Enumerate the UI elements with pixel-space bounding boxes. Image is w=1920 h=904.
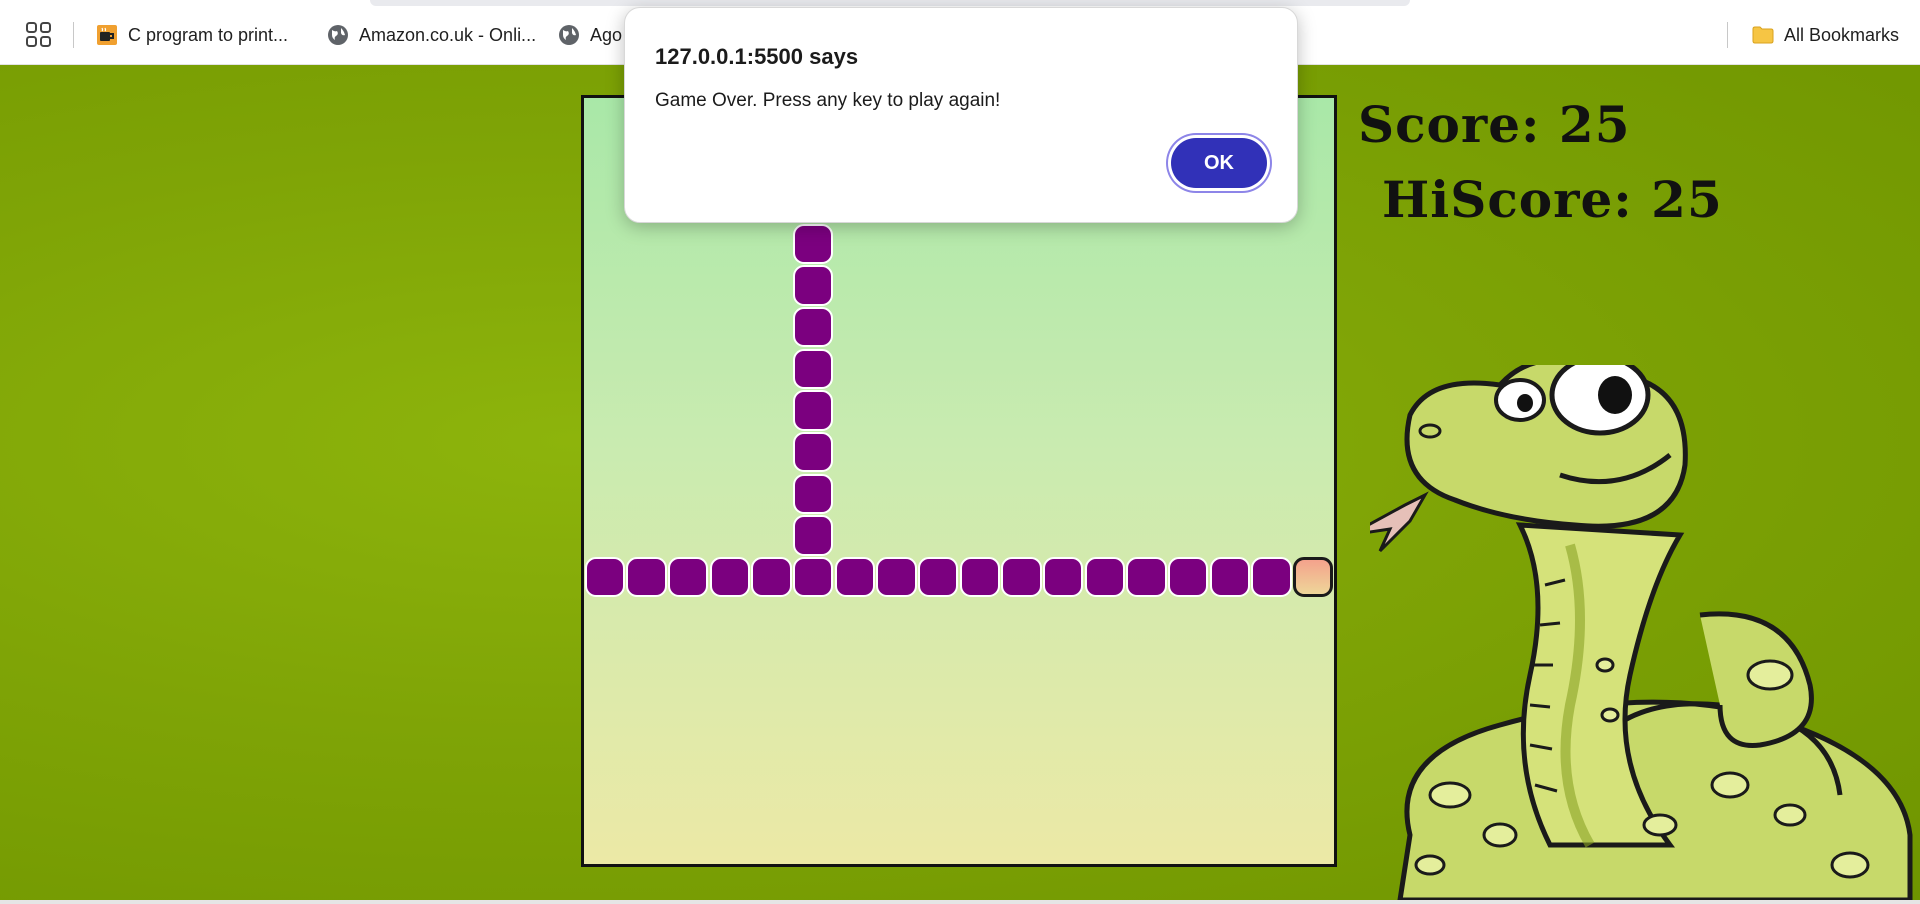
globe-icon [559,25,579,45]
snake-body-segment [792,348,834,390]
snake-body-segment [1167,556,1209,598]
snake-body-segment [959,556,1001,598]
snake-body-segment [876,556,917,598]
ok-button[interactable]: OK [1171,138,1267,188]
snake-mascot-illustration [1370,365,1913,900]
globe-icon [328,25,348,45]
snake-body-segment [792,515,834,556]
bookmark-c-program[interactable]: C program to print... [96,20,288,50]
snake-body-segment [792,431,834,473]
bar-separator [1727,22,1728,48]
alert-title: 127.0.0.1:5500 says [655,44,859,69]
all-bookmarks-label: All Bookmarks [1784,24,1900,45]
snake-head [1292,556,1334,598]
all-bookmarks-button[interactable]: All Bookmarks [1752,20,1899,50]
snake-body-segment [792,390,834,431]
bookmark-label: C program to print... [128,24,289,45]
bookmark-label: Ago [590,24,623,45]
snake-body-segment [1001,556,1042,598]
snake-body-segment [667,556,709,598]
bar-separator [73,22,74,48]
snake-body-segment [917,556,959,598]
snake-body-segment [792,265,834,306]
snake-body-segment [709,556,751,598]
snake-body-segment [1126,556,1167,598]
snake-body-segment [834,556,876,598]
snake-body-segment [792,306,834,348]
coffee-favicon-icon [97,25,117,45]
folder-icon [1752,26,1774,44]
snake-body-segment [1042,556,1084,598]
snake-body-segment [792,223,834,265]
omnibox-edge [370,0,1410,6]
snake-body-segment [626,556,667,598]
hiscore-display: HiScore: 25 [1382,170,1723,229]
alert-message: Game Over. Press any key to play again! [655,90,1001,111]
apps-grid-icon[interactable] [26,22,52,48]
alert-dialog: 127.0.0.1:5500 says Game Over. Press any… [624,7,1298,223]
bottom-strip [0,900,1920,904]
score-display: Score: 25 [1358,95,1631,154]
snake-body-segment [1251,556,1292,598]
snake-body-segment [1084,556,1126,598]
bookmark-amazon[interactable]: Amazon.co.uk - Onli... [327,20,536,50]
snake-body-segment [792,473,834,515]
snake-body-segment [751,556,792,598]
snake-body-segment [1209,556,1251,598]
bookmark-ago[interactable]: Ago [558,20,622,50]
bookmark-label: Amazon.co.uk - Onli... [359,24,537,45]
snake-body-segment [584,556,626,598]
snake-body-segment [792,556,834,598]
